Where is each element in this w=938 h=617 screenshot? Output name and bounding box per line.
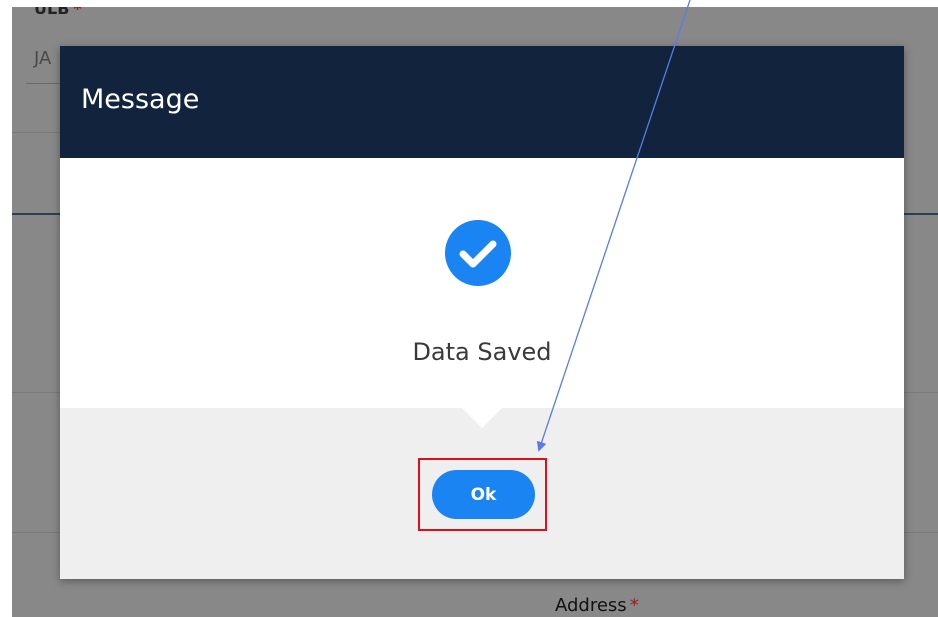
address-required-mark: * bbox=[629, 595, 639, 616]
divider bbox=[12, 392, 60, 393]
divider bbox=[12, 532, 60, 533]
divider bbox=[12, 213, 60, 215]
footer-notch bbox=[462, 408, 502, 428]
address-label-text: Address bbox=[555, 595, 627, 616]
divider bbox=[12, 132, 60, 133]
ulb-label-text: ULB bbox=[34, 7, 70, 18]
ulb-required-mark: * bbox=[73, 7, 82, 18]
check-circle-icon bbox=[445, 220, 511, 286]
ok-button-highlight: Ok bbox=[418, 458, 547, 531]
dialog-title: Message bbox=[81, 84, 200, 115]
dialog-header: Message bbox=[60, 46, 904, 158]
ulb-value: JA bbox=[34, 48, 52, 69]
dialog-message: Data Saved bbox=[412, 338, 552, 366]
dialog-footer: Ok bbox=[60, 408, 904, 579]
dialog-body: Data Saved bbox=[60, 158, 904, 408]
ulb-label: ULB * bbox=[34, 7, 82, 18]
message-dialog: Message Data Saved Ok bbox=[60, 46, 904, 579]
ok-button[interactable]: Ok bbox=[432, 470, 535, 519]
divider bbox=[904, 392, 938, 393]
divider bbox=[904, 213, 938, 215]
address-label: Address * bbox=[555, 595, 639, 616]
divider bbox=[904, 532, 938, 533]
